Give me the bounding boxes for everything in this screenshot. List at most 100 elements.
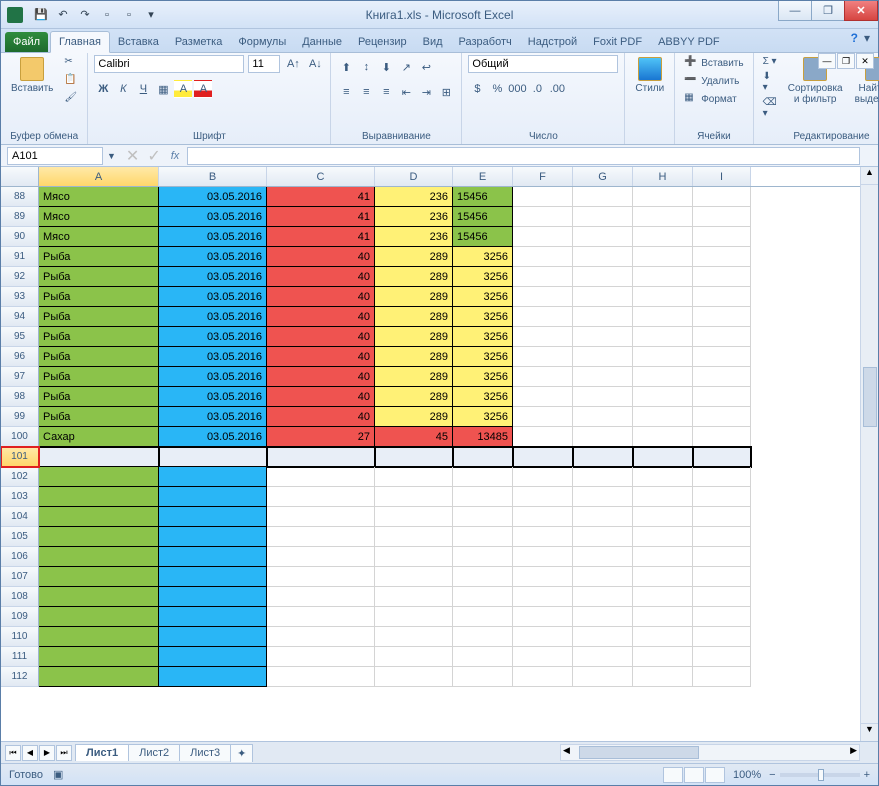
cell[interactable] xyxy=(267,567,375,587)
tab-рецензир[interactable]: Рецензир xyxy=(350,32,415,52)
cell[interactable]: 13485 xyxy=(453,427,513,447)
cell[interactable]: 03.05.2016 xyxy=(159,207,267,227)
cell[interactable] xyxy=(453,447,513,467)
row-header[interactable]: 111 xyxy=(1,647,39,667)
cell[interactable]: 03.05.2016 xyxy=(159,427,267,447)
cell[interactable] xyxy=(39,507,159,527)
cell[interactable]: 289 xyxy=(375,407,453,427)
cell[interactable] xyxy=(159,487,267,507)
maximize-button[interactable]: ❐ xyxy=(811,1,845,21)
sheet-nav-first[interactable]: ⏮ xyxy=(5,745,21,761)
cell[interactable] xyxy=(375,567,453,587)
row-header[interactable]: 108 xyxy=(1,587,39,607)
cell[interactable] xyxy=(573,327,633,347)
cell[interactable] xyxy=(159,667,267,687)
cell[interactable] xyxy=(513,427,573,447)
cell[interactable]: 3256 xyxy=(453,307,513,327)
cell[interactable] xyxy=(375,547,453,567)
zoom-thumb[interactable] xyxy=(818,769,824,781)
cell[interactable] xyxy=(375,467,453,487)
align-left-button[interactable]: ≡ xyxy=(337,83,355,101)
cell[interactable] xyxy=(39,527,159,547)
cell[interactable] xyxy=(693,447,751,467)
row-header[interactable]: 106 xyxy=(1,547,39,567)
cell[interactable] xyxy=(633,567,693,587)
tab-foxit pdf[interactable]: Foxit PDF xyxy=(585,32,650,52)
cell[interactable] xyxy=(453,567,513,587)
cell[interactable] xyxy=(39,587,159,607)
number-format-select[interactable] xyxy=(468,55,618,73)
cell[interactable] xyxy=(573,647,633,667)
cell[interactable] xyxy=(453,467,513,487)
cell[interactable] xyxy=(693,347,751,367)
clear-button[interactable]: ⌫ ▾ xyxy=(760,96,780,120)
cell[interactable]: 15456 xyxy=(453,187,513,207)
percent-button[interactable]: % xyxy=(488,80,506,98)
cell[interactable] xyxy=(693,327,751,347)
sheet-tab[interactable]: Лист2 xyxy=(128,744,180,761)
cell[interactable]: Рыба xyxy=(39,307,159,327)
cell[interactable] xyxy=(513,407,573,427)
cell[interactable] xyxy=(375,487,453,507)
row-header[interactable]: 102 xyxy=(1,467,39,487)
shrink-font-button[interactable]: A↓ xyxy=(306,55,324,73)
cell[interactable] xyxy=(573,207,633,227)
cell[interactable] xyxy=(693,187,751,207)
cell[interactable]: 289 xyxy=(375,247,453,267)
scroll-left-icon[interactable]: ◀ xyxy=(563,745,570,756)
scroll-right-icon[interactable]: ▶ xyxy=(850,745,857,756)
cell[interactable] xyxy=(513,307,573,327)
tab-file[interactable]: Файл xyxy=(5,32,48,52)
cell[interactable] xyxy=(633,527,693,547)
row-header[interactable]: 95 xyxy=(1,327,39,347)
col-header-B[interactable]: B xyxy=(159,167,267,186)
row-header[interactable]: 94 xyxy=(1,307,39,327)
cell[interactable] xyxy=(573,267,633,287)
sheet-tab[interactable]: Лист1 xyxy=(75,744,129,761)
cell[interactable]: 03.05.2016 xyxy=(159,407,267,427)
border-button[interactable]: ▦ xyxy=(154,80,172,98)
cell[interactable]: 03.05.2016 xyxy=(159,327,267,347)
fx-icon[interactable]: fx xyxy=(163,150,188,162)
cell[interactable] xyxy=(693,507,751,527)
close-button[interactable]: ✕ xyxy=(844,1,878,21)
cell[interactable]: 40 xyxy=(267,387,375,407)
sheet-nav-next[interactable]: ▶ xyxy=(39,745,55,761)
cell[interactable]: 3256 xyxy=(453,367,513,387)
cell[interactable] xyxy=(375,667,453,687)
cell[interactable]: 3256 xyxy=(453,287,513,307)
cell[interactable]: Рыба xyxy=(39,267,159,287)
row-header[interactable]: 92 xyxy=(1,267,39,287)
cell[interactable] xyxy=(633,327,693,347)
cell[interactable] xyxy=(693,467,751,487)
row-header[interactable]: 91 xyxy=(1,247,39,267)
undo-button[interactable]: ↶ xyxy=(53,5,73,25)
cell[interactable] xyxy=(159,627,267,647)
tab-надстрой[interactable]: Надстрой xyxy=(520,32,585,52)
scroll-down-icon[interactable]: ▼ xyxy=(861,723,878,741)
cell[interactable] xyxy=(573,307,633,327)
cell[interactable] xyxy=(159,507,267,527)
cell[interactable] xyxy=(573,387,633,407)
new-sheet-button[interactable]: ✦ xyxy=(230,744,253,762)
col-header-C[interactable]: C xyxy=(267,167,375,186)
row-header[interactable]: 93 xyxy=(1,287,39,307)
tab-вставка[interactable]: Вставка xyxy=(110,32,167,52)
row-header[interactable]: 101 xyxy=(1,447,39,467)
cell[interactable] xyxy=(267,667,375,687)
cell[interactable] xyxy=(633,647,693,667)
format-cells-button[interactable]: ▦Формат xyxy=(681,91,746,107)
cell[interactable]: 3256 xyxy=(453,327,513,347)
ribbon-minimize-icon[interactable]: ▾ xyxy=(864,31,870,45)
paste-button[interactable]: Вставить xyxy=(7,55,57,96)
row-header[interactable]: 96 xyxy=(1,347,39,367)
cell[interactable]: 03.05.2016 xyxy=(159,367,267,387)
cell[interactable] xyxy=(633,407,693,427)
cell[interactable]: 289 xyxy=(375,267,453,287)
cell[interactable] xyxy=(633,207,693,227)
cell[interactable]: 40 xyxy=(267,287,375,307)
cell[interactable] xyxy=(375,507,453,527)
help-icon[interactable]: ? xyxy=(851,31,858,45)
scroll-thumb[interactable] xyxy=(863,367,877,427)
cell[interactable] xyxy=(693,287,751,307)
